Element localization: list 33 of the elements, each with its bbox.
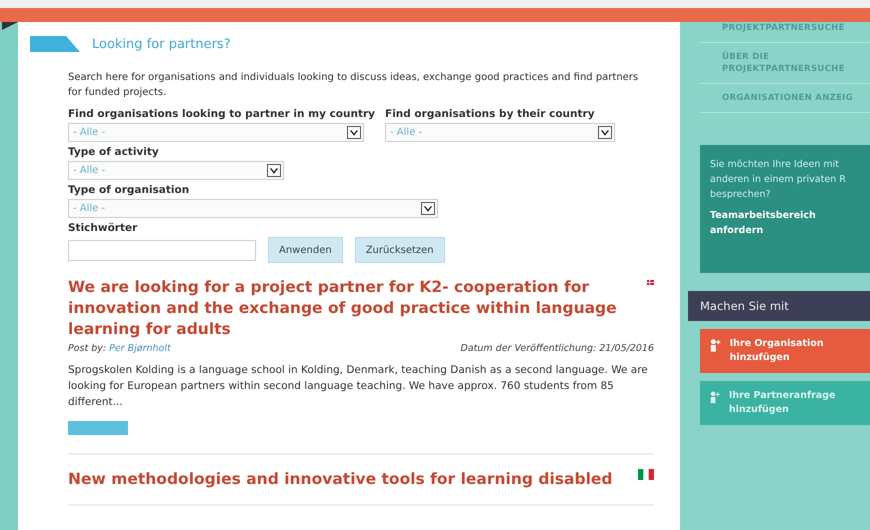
promo-link[interactable]: Teamarbeitsbereich anfordern [710,208,860,238]
post-title[interactable]: We are looking for a project partner for K2- cooperation for innovation and the exchange of good practice within language learning for adults [68,277,627,340]
sidebar-link[interactable]: ORGANISATIONEN ANZEIG [700,84,870,113]
promo-text: Sie möchten Ihre Ideen mit anderen in einem privaten R besprechen? [710,159,846,200]
sidebar-link[interactable]: ÜBER DIE PROJEKTPARTNERSUCHE [700,43,870,84]
denmark-flag-icon [646,277,654,288]
action-button[interactable]: Ihre Organisation hinzufügen [700,329,870,373]
add-person-icon [710,337,722,353]
section-title: Looking for partners? [92,36,231,52]
italy-flag-icon [638,469,654,480]
form-button[interactable]: Anwenden [268,237,343,263]
dropdown[interactable]: - Alle - [385,123,616,142]
more-button[interactable] [68,421,128,435]
filter-label: Type of organisation [68,184,190,196]
keywords-label: Stichwörter [68,222,138,234]
banner-flag-icon [30,36,80,52]
form-button[interactable]: Zurücksetzen [354,237,445,263]
dropdown[interactable]: - Alle - [68,199,438,218]
post-date: Datum der Veröffentlichung: 21/05/2016 [460,343,654,354]
keywords-field[interactable] [68,240,256,260]
filter-label: Type of activity [68,146,160,158]
intro-text: Search here for organisations and individuals looking to discuss ideas, exchange good practices and find partners for funded projects. [68,71,640,100]
filter-label: Find organisations by their country [385,108,596,120]
add-person-icon [710,389,721,405]
join-heading: Machen Sie mit [688,291,870,321]
post-excerpt: Sprogskolen Kolding is a language school in Kolding, Denmark, teaching Danish as a second language. We are looking for European partners within second language teaching. We have approx. 760 students from 85 different... [68,363,649,410]
post-author: Post by: Per Bjørnholt [68,343,171,354]
dropdown[interactable]: - Alle - [68,123,364,142]
dropdown[interactable]: - Alle - [68,161,284,180]
filter-label: Find organisations looking to partner in my country [68,108,376,120]
sidebar-link[interactable]: PROJEKTPARTNERSUCHE [700,22,870,43]
action-button[interactable]: Ihre Partneranfrage hinzufügen [700,381,870,425]
post-title[interactable]: New methodologies and innovative tools for learning disabled [68,469,613,490]
